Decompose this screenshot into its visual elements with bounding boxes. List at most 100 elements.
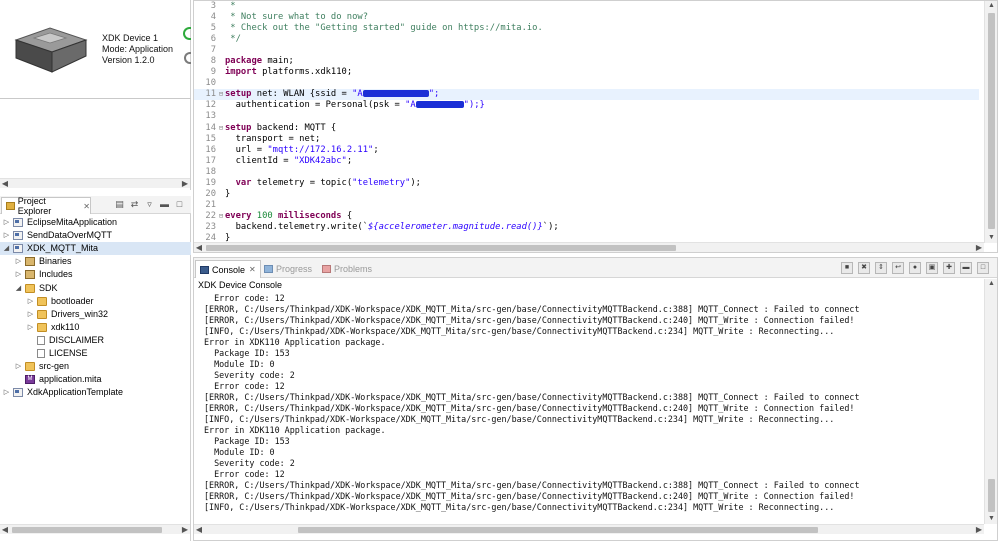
expand-icon[interactable]: ▷ — [2, 386, 11, 399]
scroll-right-icon[interactable]: ▶ — [974, 525, 984, 535]
expand-icon[interactable]: ▷ — [14, 360, 23, 373]
tab-problems[interactable]: Problems — [318, 260, 376, 278]
tree-item[interactable]: ▷ bootloader — [0, 295, 191, 308]
tree-item[interactable]: ▷ Binaries — [0, 255, 191, 268]
tree-item-label: SendDataOverMQTT — [27, 230, 113, 241]
fold-icon[interactable]: ⊟ — [217, 89, 225, 100]
expand-icon[interactable]: ▷ — [26, 321, 35, 334]
console-vscrollbar[interactable]: ▲ ▼ — [984, 279, 997, 524]
pin-console-icon[interactable]: ● — [909, 262, 921, 274]
maximize-icon[interactable]: □ — [174, 199, 185, 210]
tree-item-label: Binaries — [39, 256, 72, 267]
scroll-left-icon[interactable]: ◀ — [0, 179, 10, 189]
tree-item-label: application.mita — [39, 374, 102, 385]
fold-icon[interactable]: ⊟ — [217, 211, 225, 222]
tree-item-selected[interactable]: ◢ XDK_MQTT_Mita — [0, 242, 191, 256]
close-icon[interactable]: ✕ — [83, 202, 90, 211]
tree-item[interactable]: ◢ SDK — [0, 281, 191, 294]
tree-item[interactable]: ▷ xdk110 — [0, 321, 191, 334]
tree-item[interactable]: ▷ XdkApplicationTemplate — [0, 386, 191, 399]
scroll-thumb[interactable] — [988, 479, 995, 512]
scroll-right-icon[interactable]: ▶ — [974, 243, 984, 253]
collapse-all-icon[interactable]: ▤ — [114, 199, 125, 210]
project-explorer-hscrollbar[interactable]: ◀ ▶ — [0, 524, 190, 534]
remove-launch-icon[interactable]: ✖ — [858, 262, 870, 274]
collapse-icon[interactable]: ◢ — [2, 242, 11, 255]
expand-icon[interactable]: ▷ — [2, 229, 11, 242]
collapse-icon[interactable]: ◢ — [14, 282, 23, 295]
tree-item[interactable]: ▷ Drivers_win32 — [0, 308, 191, 321]
tab-progress[interactable]: Progress — [260, 260, 316, 278]
code-area[interactable]: 3 * 4 * Not sure what to do now? 5 * Che… — [194, 1, 979, 243]
scroll-left-icon[interactable]: ◀ — [194, 525, 204, 535]
view-menu-icon[interactable]: ▿ — [144, 199, 155, 210]
code-editor[interactable]: 3 * 4 * Not sure what to do now? 5 * Che… — [193, 0, 998, 253]
tab-project-explorer[interactable]: Project Explorer ✕ — [1, 196, 91, 216]
project-explorer-icon — [6, 202, 15, 210]
device-status-icon[interactable] — [183, 27, 191, 40]
tree-item[interactable]: LICENSE — [0, 347, 191, 360]
code-line: setup net: WLAN {ssid = "A "; — [225, 89, 440, 100]
expand-icon[interactable]: ▷ — [26, 295, 35, 308]
expand-icon[interactable]: ▷ — [2, 216, 11, 229]
scroll-up-icon[interactable]: ▲ — [985, 1, 998, 11]
terminate-icon[interactable]: ■ — [841, 262, 853, 274]
scroll-right-icon[interactable]: ▶ — [180, 179, 190, 189]
console-view: Console ✕ Progress Problems ■ ✖ ⇕ ↩ ● ▣ … — [193, 257, 998, 541]
expand-icon[interactable]: ▷ — [14, 255, 23, 268]
word-wrap-icon[interactable]: ↩ — [892, 262, 904, 274]
line-number: 14 — [205, 122, 216, 133]
tree-item[interactable]: ▷ EclipseMitaApplication — [0, 216, 191, 229]
project-icon — [13, 218, 23, 228]
display-console-icon[interactable]: ▣ — [926, 262, 938, 274]
device-info: XDK Device 1 Mode: Application Version 1… — [102, 33, 173, 66]
line-number: 7 — [210, 45, 216, 56]
console-hscrollbar[interactable]: ◀ ▶ — [194, 524, 984, 534]
line-number: 21 — [205, 199, 216, 210]
scroll-right-icon[interactable]: ▶ — [180, 525, 190, 535]
scroll-down-icon[interactable]: ▼ — [985, 233, 998, 243]
project-icon — [13, 231, 23, 241]
project-icon — [13, 244, 23, 254]
minimize-icon[interactable]: ▬ — [159, 199, 170, 210]
open-console-icon[interactable]: ✚ — [943, 262, 955, 274]
scroll-left-icon[interactable]: ◀ — [0, 525, 10, 535]
close-icon[interactable]: ✕ — [249, 265, 256, 274]
scroll-thumb[interactable] — [298, 527, 818, 533]
scroll-thumb[interactable] — [12, 527, 162, 533]
tab-console[interactable]: Console ✕ — [195, 260, 261, 278]
console-output[interactable]: Error code: 12 [ERROR, C:/Users/Thinkpad… — [204, 293, 974, 513]
scroll-thumb[interactable] — [206, 245, 676, 251]
tree-item[interactable]: ▷ src-gen — [0, 360, 191, 373]
scroll-up-icon[interactable]: ▲ — [985, 279, 998, 289]
link-editor-icon[interactable]: ⇄ — [129, 199, 140, 210]
console-title: XDK Device Console — [198, 280, 283, 290]
line-number: 15 — [205, 133, 216, 144]
project-explorer-toolbar: ▤ ⇄ ▿ ▬ □ — [114, 199, 185, 210]
redacted-ssid — [362, 90, 429, 98]
line-number: 12 — [205, 100, 216, 111]
progress-icon — [264, 265, 273, 273]
tree-item[interactable]: ▷ Includes — [0, 268, 191, 281]
scroll-thumb[interactable] — [988, 13, 995, 229]
current-line: 11 ⊟ setup net: WLAN {ssid = "A "; — [194, 89, 979, 101]
expand-icon[interactable]: ▷ — [26, 308, 35, 321]
scroll-lock-icon[interactable]: ⇕ — [875, 262, 887, 274]
editor-vscrollbar[interactable]: ▲ ▼ — [984, 1, 997, 243]
tree-item-label: DISCLAIMER — [49, 334, 105, 345]
fold-icon[interactable]: ⊟ — [217, 123, 225, 134]
tree-item-label: Includes — [39, 269, 73, 280]
expand-icon[interactable]: ▷ — [14, 268, 23, 281]
device-panel-hscrollbar[interactable]: ◀ ▶ — [0, 178, 190, 188]
tree-item[interactable]: Mapplication.mita — [0, 373, 191, 386]
minimize-icon[interactable]: ▬ — [960, 262, 972, 274]
editor-hscrollbar[interactable]: ◀ ▶ — [194, 242, 984, 252]
xdk-device-image — [14, 27, 88, 73]
scroll-down-icon[interactable]: ▼ — [985, 514, 998, 524]
line-number: 23 — [205, 221, 216, 232]
maximize-icon[interactable]: □ — [977, 262, 989, 274]
tree-item[interactable]: DISCLAIMER — [0, 334, 191, 347]
device-refresh-icon[interactable] — [184, 52, 191, 64]
tree-item[interactable]: ▷ SendDataOverMQTT — [0, 229, 191, 242]
scroll-left-icon[interactable]: ◀ — [194, 243, 204, 253]
